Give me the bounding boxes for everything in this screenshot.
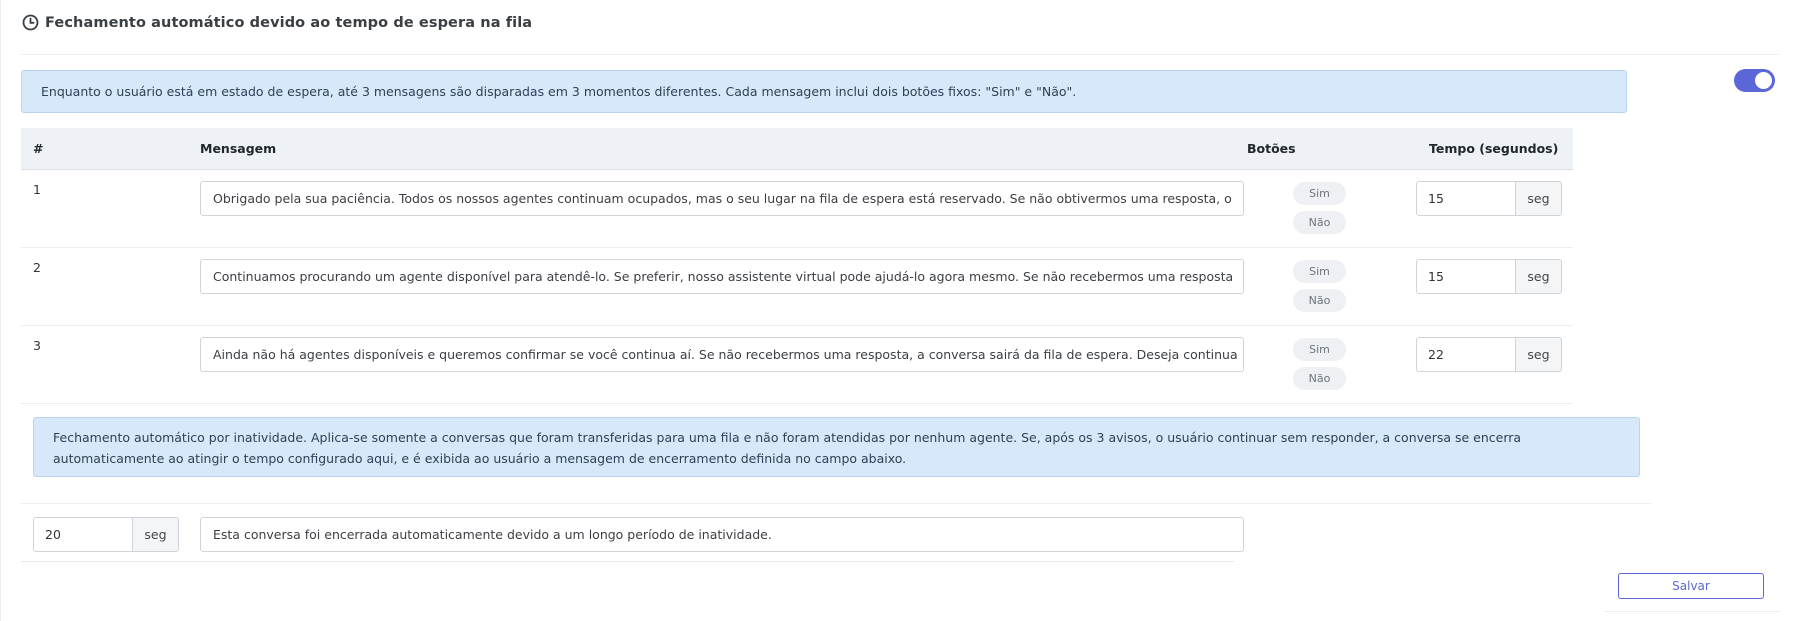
clock-icon (22, 14, 39, 31)
closing-time-group: 20 seg (33, 517, 179, 552)
time-input[interactable]: 15 (1416, 181, 1516, 216)
yes-button-chip: Sim (1293, 260, 1346, 283)
message-input[interactable]: Obrigado pela sua paciência. Todos os no… (200, 181, 1244, 216)
closing-time-unit-label: seg (133, 517, 179, 552)
no-button-chip: Não (1293, 289, 1346, 312)
time-unit-label: seg (1516, 259, 1562, 294)
time-input[interactable]: 22 (1416, 337, 1516, 372)
queue-auto-close-panel: Fechamento automático devido ao tempo de… (0, 0, 1797, 621)
time-input-group: 15 seg (1416, 259, 1562, 294)
table-row: 1 Obrigado pela sua paciência. Todos os … (21, 170, 1573, 248)
closing-message-input[interactable]: Esta conversa foi encerrada automaticame… (200, 517, 1244, 552)
table-row: 3 Ainda não há agentes disponíveis e que… (21, 326, 1573, 404)
message-input[interactable]: Continuamos procurando um agente disponí… (200, 259, 1244, 294)
message-input[interactable]: Ainda não há agentes disponíveis e quere… (200, 337, 1244, 372)
section-title: Fechamento automático devido ao tempo de… (45, 14, 533, 31)
column-header-message: Mensagem (200, 141, 277, 156)
column-header-buttons: Botões (1247, 141, 1296, 156)
divider (1605, 611, 1781, 612)
wait-messages-table: # Mensagem Botões Tempo (segundos) 1 Obr… (21, 128, 1573, 404)
yes-button-chip: Sim (1293, 182, 1346, 205)
wait-info-alert: Enquanto o usuário está em estado de esp… (21, 70, 1627, 113)
time-input-group: 22 seg (1416, 337, 1562, 372)
enable-toggle[interactable] (1734, 69, 1775, 92)
table-row: 2 Continuamos procurando um agente dispo… (21, 248, 1573, 326)
time-input-group: 15 seg (1416, 181, 1562, 216)
time-input[interactable]: 15 (1416, 259, 1516, 294)
time-unit-label: seg (1516, 337, 1562, 372)
save-button[interactable]: Salvar (1618, 573, 1764, 599)
closing-settings-row: 20 seg Esta conversa foi encerrada autom… (21, 504, 1244, 562)
no-button-chip: Não (1293, 367, 1346, 390)
divider (21, 54, 1779, 55)
closing-time-input[interactable]: 20 (33, 517, 133, 552)
yes-button-chip: Sim (1293, 338, 1346, 361)
no-button-chip: Não (1293, 211, 1346, 234)
column-header-number: # (33, 141, 44, 156)
row-number: 2 (33, 260, 41, 275)
section-header: Fechamento automático devido ao tempo de… (22, 14, 532, 31)
time-unit-label: seg (1516, 181, 1562, 216)
column-header-time: Tempo (segundos) (1429, 141, 1559, 156)
inactivity-info-alert: Fechamento automático por inatividade. A… (33, 417, 1640, 477)
table-header: # Mensagem Botões Tempo (segundos) (21, 128, 1573, 170)
row-number: 1 (33, 182, 41, 197)
toggle-knob (1755, 72, 1772, 89)
row-number: 3 (33, 338, 41, 353)
